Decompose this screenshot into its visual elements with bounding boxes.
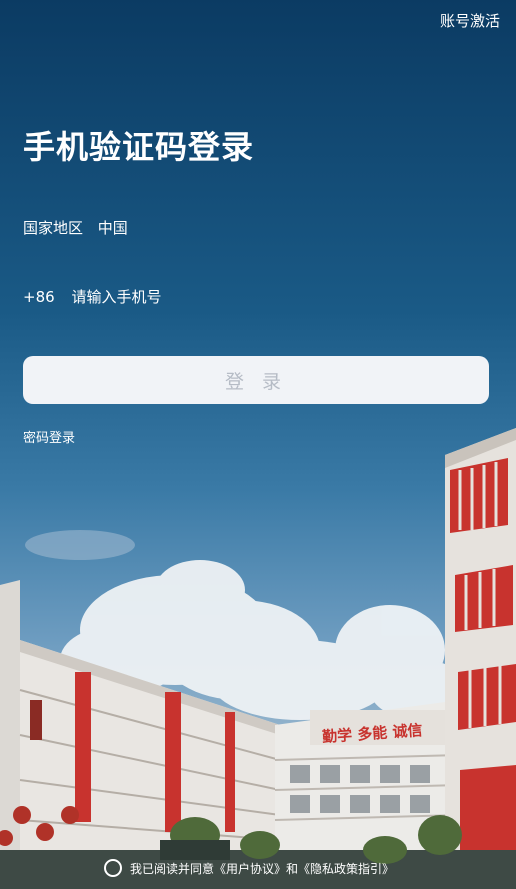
region-value: 中国 [97,219,128,237]
login-button[interactable]: 登 录 [23,356,489,404]
agreement-prefix: 我已阅读并同意 [130,861,215,876]
region-label: 国家地区 [23,219,84,237]
account-activate-link[interactable]: 账号激活 [440,10,500,31]
radio-unchecked-icon[interactable] [104,859,122,877]
country-code[interactable]: +86 [23,288,55,306]
password-login-link[interactable]: 密码登录 [23,427,75,446]
right-tower [445,428,516,870]
agreement-and: 和 [286,861,299,876]
privacy-policy-link[interactable]: 《隐私政策指引》 [298,860,394,877]
page-title: 手机验证码登录 [23,128,255,166]
region-selector[interactable]: 国家地区 中国 [23,217,138,238]
agreement-row: 我已阅读并同意 《用户协议》 和 《隐私政策指引》 [104,859,394,877]
user-agreement-link[interactable]: 《用户协议》 [214,860,286,877]
phone-input-row: +86 [23,288,372,306]
phone-input[interactable] [71,288,372,306]
